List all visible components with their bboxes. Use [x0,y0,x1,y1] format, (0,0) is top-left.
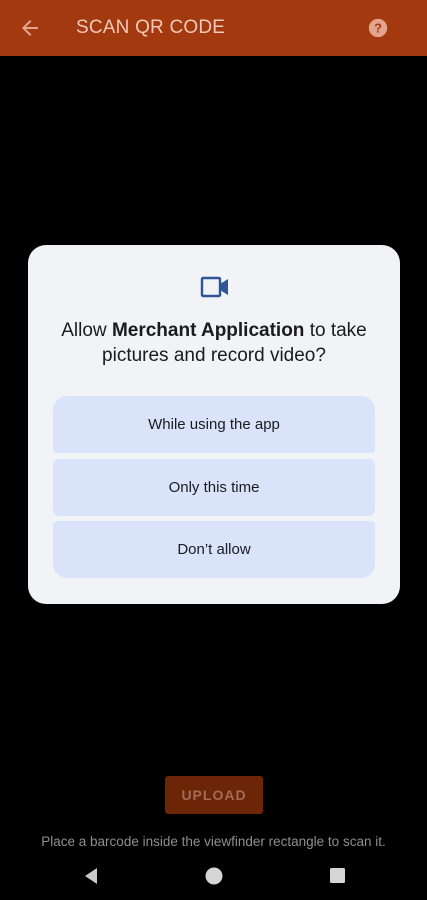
videocam-icon [200,276,228,298]
permission-dialog: Allow Merchant Application to take pictu… [28,245,400,604]
permission-message: Allow Merchant Application to take pictu… [48,318,380,368]
dont-allow-button[interactable]: Don’t allow [53,521,375,578]
nav-back-icon[interactable] [83,867,99,885]
app-bar: SCAN QR CODE ? [0,0,427,56]
while-using-app-button[interactable]: While using the app [53,396,375,453]
arrow-left-icon[interactable] [18,16,42,40]
navigation-bar [0,857,427,900]
page-title: SCAN QR CODE [76,17,226,38]
nav-home-icon[interactable] [205,867,223,885]
message-prefix: Allow [61,320,112,341]
only-this-time-button[interactable]: Only this time [53,459,375,516]
svg-text:?: ? [374,21,382,36]
help-circle-icon[interactable]: ? [367,17,389,39]
app-name: Merchant Application [111,320,305,341]
upload-button[interactable]: UPLOAD [165,776,263,814]
scan-hint-text: Place a barcode inside the viewfinder re… [41,834,386,849]
nav-recents-icon[interactable] [330,868,345,883]
